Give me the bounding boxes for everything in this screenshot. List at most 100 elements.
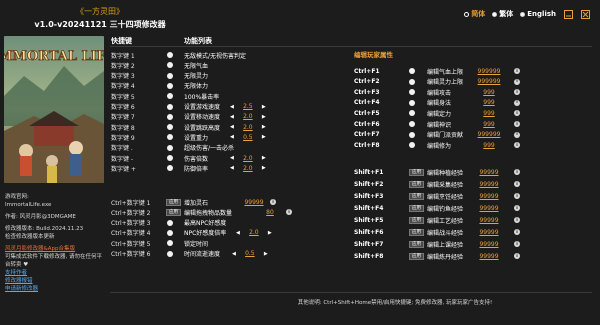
hotkey-label: Shift+F8 <box>354 252 384 260</box>
apply-button[interactable]: 应用 <box>409 252 424 260</box>
function-label: 无敌模式/无视伤害判定 <box>184 52 247 60</box>
toggle-dot-button[interactable] <box>409 142 415 149</box>
toggle-dot-button[interactable] <box>167 52 173 58</box>
info-icon[interactable]: i <box>514 181 520 187</box>
toggle-dot-button[interactable] <box>409 131 415 138</box>
apply-button[interactable]: 应用 <box>409 192 424 200</box>
function-label: 编辑灵力上限 <box>427 79 464 87</box>
toggle-dot-button[interactable] <box>409 89 415 96</box>
info-icon[interactable]: i <box>514 169 520 175</box>
value-input[interactable]: 99999 <box>474 181 504 188</box>
function-label: 编辑工艺经验 <box>427 217 464 225</box>
info-icon[interactable]: i <box>514 253 520 259</box>
function-label: 编辑烹饪经验 <box>427 193 464 201</box>
toggle-dot-button[interactable] <box>409 68 415 74</box>
hotkey-row: Ctrl+F6 编辑神识 999 i <box>0 119 600 129</box>
value-input[interactable]: 99999 <box>474 169 504 176</box>
function-label: 编辑门派贡献 <box>427 132 464 140</box>
header-divider <box>110 46 592 47</box>
hotkey-label: Ctrl+F1 <box>354 67 380 75</box>
hotkey-row: Ctrl+F3 编辑攻击 999 i <box>0 87 600 97</box>
value-input[interactable]: 999 <box>474 110 504 117</box>
info-icon[interactable]: i <box>514 229 520 235</box>
value-input[interactable]: 99999 <box>474 241 504 248</box>
apply-button[interactable]: 应用 <box>409 204 424 212</box>
close-icon <box>580 9 590 19</box>
value-input[interactable]: 99999 <box>474 217 504 224</box>
function-label: 编辑修为 <box>427 142 452 150</box>
request-link[interactable]: 申请新修改器 <box>5 285 105 293</box>
function-column-header: 功能列表 <box>184 37 212 45</box>
lang-simplified[interactable]: 简体 <box>464 9 485 19</box>
hotkey-row: 数字键 - 伤害倍数 ◀ 2.0 ▶ <box>0 153 600 163</box>
value-input[interactable]: 999999 <box>474 78 504 85</box>
hotkey-label: Ctrl+F7 <box>354 131 380 139</box>
toggle-dot-button[interactable] <box>409 99 415 106</box>
apply-button[interactable]: 应用 <box>409 228 424 236</box>
info-icon[interactable]: i <box>514 217 520 223</box>
info-icon[interactable]: i <box>514 68 520 74</box>
value-input[interactable]: 99999 <box>474 229 504 236</box>
value-input[interactable]: 999 <box>474 99 504 106</box>
hotkey-label: Ctrl+F4 <box>354 99 380 107</box>
function-label: 编辑身法 <box>427 100 452 108</box>
language-bar: 简体 繁体 English <box>464 9 590 19</box>
hotkey-label: Shift+F4 <box>354 204 384 212</box>
increase-arrow-icon[interactable]: ▶ <box>262 155 266 161</box>
decrease-arrow-icon[interactable]: ◀ <box>230 155 234 161</box>
footer-note: 其他说明: Ctrl+Shift+Home禁用/启用快捷键; 免费修改器, 玩家… <box>297 300 493 306</box>
hotkey-label: Ctrl+F5 <box>354 109 380 117</box>
info-icon[interactable]: i <box>514 205 520 211</box>
value-field[interactable]: 2.0 <box>237 155 259 162</box>
hotkey-row: Shift+F1 编辑种植经验 应用 99999 i <box>0 167 600 177</box>
app-version: v1.0-v20241121 三十四项修改器 <box>34 20 166 29</box>
function-label: 编辑攻击 <box>427 89 452 97</box>
close-button[interactable] <box>580 9 590 19</box>
function-label: 编辑战斗经验 <box>427 229 464 237</box>
hotkey-row: Ctrl+F7 编辑门派贡献 999999 i <box>0 130 600 140</box>
lang-english[interactable]: English <box>520 10 556 18</box>
value-input[interactable]: 999999 <box>474 68 504 75</box>
info-icon[interactable]: i <box>514 121 520 127</box>
function-label: 编辑种植经验 <box>427 169 464 177</box>
apply-button[interactable]: 应用 <box>409 180 424 188</box>
value-input[interactable]: 999 <box>474 142 504 149</box>
info-icon[interactable]: i <box>514 110 520 117</box>
info-icon[interactable]: i <box>514 142 520 149</box>
info-icon[interactable]: i <box>514 131 520 138</box>
hotkey-row: Shift+F4 编辑钓鱼经验 应用 99999 i <box>0 203 600 213</box>
footer-divider <box>110 292 592 293</box>
toggle-dot-button[interactable] <box>409 110 415 117</box>
radio-selected-icon <box>464 11 470 17</box>
info-icon[interactable]: i <box>514 193 520 199</box>
apply-button[interactable]: 应用 <box>409 168 424 176</box>
hotkey-column-header: 快捷键 <box>111 37 132 45</box>
value-input[interactable]: 99999 <box>474 253 504 260</box>
value-input[interactable]: 99999 <box>474 193 504 200</box>
info-icon[interactable]: i <box>514 99 520 106</box>
apply-button[interactable]: 应用 <box>409 240 424 248</box>
value-input[interactable]: 999 <box>474 121 504 128</box>
hotkey-row: Shift+F6 编辑战斗经验 应用 99999 i <box>0 227 600 237</box>
hotkey-row: Ctrl+F8 编辑修为 999 i <box>0 140 600 150</box>
hotkey-label: Shift+F6 <box>354 228 384 236</box>
info-icon[interactable]: i <box>514 89 520 96</box>
support-link[interactable]: 支持作者 <box>5 269 105 277</box>
value-input[interactable]: 999 <box>474 89 504 96</box>
function-label: 编辑气血上限 <box>427 68 464 76</box>
lang-traditional[interactable]: 繁体 <box>492 9 513 19</box>
report-link[interactable]: 修改器报错 <box>5 277 105 285</box>
value-input[interactable]: 99999 <box>474 205 504 212</box>
hotkey-label: Shift+F5 <box>354 216 384 224</box>
hotkey-row: Shift+F8 编辑炼丹经验 应用 99999 i <box>0 251 600 261</box>
toggle-dot-button[interactable] <box>167 155 173 161</box>
value-input[interactable]: 999999 <box>474 131 504 138</box>
toggle-dot-button[interactable] <box>409 78 415 85</box>
hotkey-label: Ctrl+F6 <box>354 120 380 128</box>
info-icon[interactable]: i <box>514 241 520 247</box>
info-icon[interactable]: i <box>514 78 520 85</box>
hotkey-label: Ctrl+F3 <box>354 88 380 96</box>
minimize-button[interactable] <box>563 9 573 19</box>
apply-button[interactable]: 应用 <box>409 216 424 224</box>
toggle-dot-button[interactable] <box>409 121 415 127</box>
